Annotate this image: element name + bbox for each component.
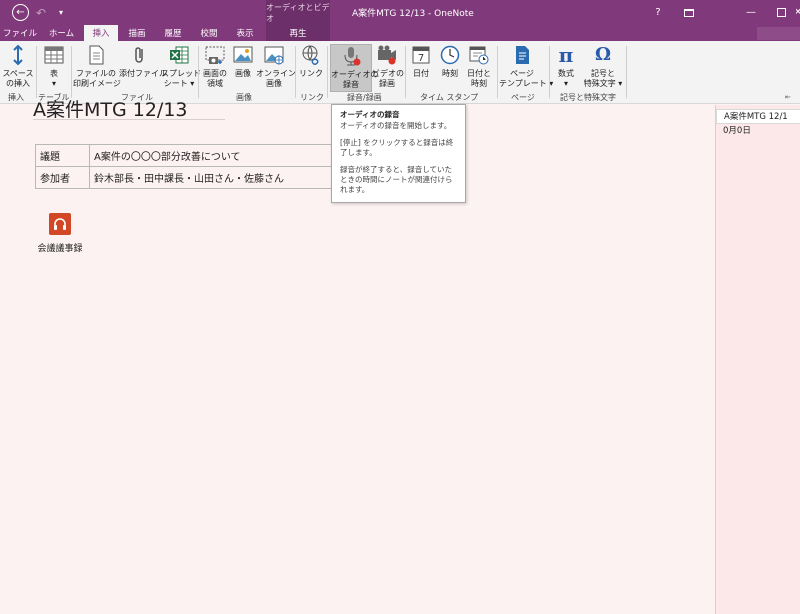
- group-separator: [626, 46, 627, 98]
- attach-file-button[interactable]: 添付ファイル: [119, 44, 167, 92]
- ribbon-options-icon: [684, 8, 694, 17]
- paperclip-icon: [129, 44, 151, 66]
- spreadsheet-button[interactable]: スプレッド シート ▾: [161, 44, 201, 92]
- tab-draw[interactable]: 描画: [120, 25, 154, 41]
- tooltip-line: オーディオの録音を開始します。: [340, 121, 452, 130]
- page-list-item-active[interactable]: A案件MTG 12/1: [716, 109, 800, 124]
- tab-file[interactable]: ファイル: [0, 25, 40, 41]
- insert-space-button[interactable]: スペース の挿入: [2, 44, 34, 92]
- group-separator: [36, 46, 37, 98]
- excel-icon: [168, 44, 190, 66]
- title-bar: ← ↶ ▾ オーディオとビデオ A案件MTG 12/13 - OneNote ?…: [0, 0, 800, 25]
- group-label-pages: ページ: [511, 93, 535, 102]
- table-cell[interactable]: 参加者: [35, 166, 90, 189]
- record-video-button[interactable]: ビデオの 録画: [372, 44, 404, 92]
- document-icon: [85, 44, 107, 66]
- record-audio-tooltip: オーディオの録音 オーディオの録音を開始します。 [停止] をクリックすると録音…: [331, 104, 466, 203]
- table-cell[interactable]: 鈴木部長・田中課長・山田さん・佐藤さん: [89, 166, 340, 189]
- insert-date-time-button[interactable]: 日付と 時刻: [465, 44, 493, 92]
- insert-time-button[interactable]: 時刻: [436, 44, 464, 92]
- tooltip-line: [停止] をクリックすると録音は終了します。: [340, 138, 454, 157]
- page-template-icon: [511, 44, 533, 66]
- insert-space-icon: [7, 44, 29, 66]
- undo-icon: ↶: [35, 5, 47, 20]
- group-separator: [198, 46, 199, 98]
- context-group-label: オーディオとビデオ: [266, 0, 330, 25]
- equation-button[interactable]: π 数式 ▾: [552, 44, 580, 92]
- tell-me-search-box[interactable]: [757, 27, 800, 40]
- tab-playback[interactable]: 再生: [266, 25, 330, 41]
- collapse-arrow-icon: ⇤: [785, 93, 791, 101]
- close-button[interactable]: ✕: [796, 0, 800, 25]
- video-camera-icon: [376, 44, 398, 66]
- svg-text:7: 7: [418, 53, 424, 64]
- arrow-left-icon: ←: [16, 7, 25, 18]
- screen-clip-icon: [204, 44, 226, 66]
- page-list-item-date: 0月0日: [723, 126, 751, 136]
- omega-icon: Ω: [594, 44, 612, 65]
- group-label-symbols: 記号と特殊文字: [560, 93, 616, 102]
- microphone-icon: [340, 45, 362, 67]
- audio-attachment[interactable]: 会議議事録: [35, 209, 85, 254]
- tooltip-line: 録音が終了すると、録音していたときの時間にノートが関連付けられます。: [340, 165, 453, 194]
- window-title: A案件MTG 12/13 - OneNote: [352, 9, 474, 19]
- audio-file-name: 会議議事録: [37, 244, 83, 254]
- group-label-timestamp: タイム スタンプ: [420, 93, 479, 102]
- dropdown-icon: ▾: [58, 8, 63, 17]
- meeting-info-table: 議題 A案件の〇〇〇部分改善について 参加者 鈴木部長・田中課長・山田さん・佐藤…: [35, 144, 340, 189]
- tab-review[interactable]: 校閲: [192, 25, 226, 41]
- page-templates-button[interactable]: ページ テンプレート ▾: [499, 44, 553, 92]
- screen-clipping-button[interactable]: 画面の 領域: [200, 44, 230, 92]
- calendar-clock-icon: [468, 44, 490, 66]
- record-audio-button[interactable]: オーディオの 録音: [330, 44, 378, 92]
- maximize-icon: [776, 8, 786, 17]
- audio-file-icon: [49, 213, 71, 235]
- page-list-pane: A案件MTG 12/1 0月0日: [715, 105, 800, 614]
- help-button[interactable]: ?: [643, 0, 673, 25]
- ribbon-tab-bar: ファイル ホーム 挿入 描画 履歴 校閲 表示 再生: [0, 25, 800, 41]
- picture-icon: [232, 44, 254, 66]
- insert-table-button[interactable]: 表 ▾: [40, 44, 68, 92]
- group-separator: [327, 46, 328, 98]
- file-printout-button[interactable]: ファイルの 印刷イメージ: [73, 44, 121, 92]
- pi-icon: π: [558, 43, 574, 67]
- title-underline: [33, 119, 225, 120]
- page-title[interactable]: A案件MTG 12/13: [33, 95, 188, 122]
- clock-icon: [439, 44, 461, 66]
- group-separator: [71, 46, 72, 98]
- minimize-button[interactable]: —: [736, 0, 766, 25]
- tab-history[interactable]: 履歴: [156, 25, 190, 41]
- symbol-button[interactable]: Ω 記号と 特殊文字 ▾: [582, 44, 624, 92]
- tooltip-title: オーディオの録音: [340, 110, 400, 119]
- collapse-ribbon-button[interactable]: ⇤: [785, 93, 791, 101]
- customize-quick-access-button[interactable]: ▾: [56, 4, 66, 21]
- tab-insert[interactable]: 挿入: [84, 25, 118, 41]
- undo-button[interactable]: ↶: [34, 4, 48, 21]
- online-picture-icon: [263, 44, 285, 66]
- maximize-button[interactable]: [766, 0, 796, 25]
- insert-picture-button[interactable]: 画像: [230, 44, 256, 92]
- ribbon-display-options-button[interactable]: [674, 0, 704, 25]
- calendar-icon: 7: [410, 44, 432, 66]
- group-label-recording: 録音/録画: [347, 93, 382, 102]
- group-separator: [549, 46, 550, 98]
- tab-view[interactable]: 表示: [228, 25, 262, 41]
- online-picture-button[interactable]: オンライン 画像: [256, 44, 296, 92]
- table-row: 参加者 鈴木部長・田中課長・山田さん・佐藤さん: [35, 166, 340, 189]
- globe-link-icon: [300, 44, 322, 66]
- insert-link-button[interactable]: リンク: [297, 44, 325, 92]
- table-cell[interactable]: A案件の〇〇〇部分改善について: [89, 144, 340, 167]
- insert-date-button[interactable]: 7 日付: [408, 44, 434, 92]
- tab-home[interactable]: ホーム: [40, 25, 83, 41]
- table-cell[interactable]: 議題: [35, 144, 90, 167]
- table-icon: [43, 44, 65, 66]
- group-label-images: 画像: [236, 93, 252, 102]
- group-separator: [405, 46, 406, 98]
- table-row: 議題 A案件の〇〇〇部分改善について: [35, 144, 340, 167]
- group-label-links: リンク: [300, 93, 324, 102]
- group-separator: [295, 46, 296, 98]
- group-separator: [497, 46, 498, 98]
- back-button[interactable]: ←: [12, 4, 29, 21]
- group-label-insert: 挿入: [8, 93, 24, 102]
